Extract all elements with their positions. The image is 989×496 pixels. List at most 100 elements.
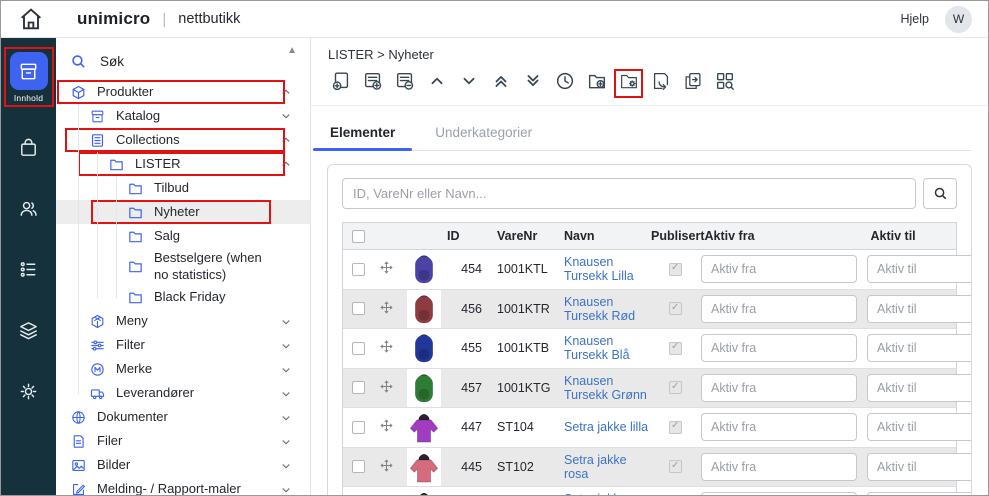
aktiv-fra-input[interactable] xyxy=(701,374,857,402)
aktiv-til-input[interactable] xyxy=(867,295,972,323)
rail-item-archive-box[interactable]: Innhold xyxy=(10,52,48,103)
tab-underkategorier[interactable]: Underkategorier xyxy=(433,119,534,150)
product-link[interactable]: Setra jakke lilla xyxy=(564,420,648,434)
row-checkbox[interactable] xyxy=(352,421,365,434)
aktiv-til-input[interactable] xyxy=(867,453,972,481)
help-link[interactable]: Hjelp xyxy=(901,12,930,26)
chevron-down-icon[interactable] xyxy=(280,110,292,122)
chevron-down-icon[interactable] xyxy=(280,316,292,328)
sidebar-item-merke[interactable]: Merke xyxy=(56,358,310,382)
sidebar-item-bilder[interactable]: Bilder xyxy=(56,454,310,478)
sidebar-collapse-icon[interactable]: ▲ xyxy=(287,46,297,56)
rail-item-users[interactable] xyxy=(17,197,40,225)
sidebar-item-katalog[interactable]: Katalog xyxy=(56,104,310,128)
table-search-input[interactable] xyxy=(342,178,916,209)
row-checkbox[interactable] xyxy=(352,263,365,276)
toolbar-schedule-clock-button[interactable] xyxy=(552,71,577,96)
sidebar-item-bestselgere-when-no-statistics[interactable]: Bestselgere (when no statistics) xyxy=(56,248,310,286)
aktiv-fra-input[interactable] xyxy=(701,492,857,496)
aktiv-fra-input[interactable] xyxy=(701,255,857,283)
product-link[interactable]: Setra jakke grønn xyxy=(564,492,627,496)
toolbar-folder-settings-button[interactable] xyxy=(616,71,641,96)
sidebar-item-label: Filer xyxy=(97,433,270,450)
aktiv-fra-input[interactable] xyxy=(701,413,857,441)
sidebar-item-filer[interactable]: Filer xyxy=(56,430,310,454)
toolbar-add-page-button[interactable] xyxy=(328,71,353,96)
row-checkbox[interactable] xyxy=(352,302,365,315)
toolbar-remove-list-card-button[interactable] xyxy=(392,71,417,96)
aktiv-fra-input[interactable] xyxy=(701,295,857,323)
chevron-down-icon[interactable] xyxy=(280,436,292,448)
rail-item-list-dots[interactable] xyxy=(17,258,40,286)
clipboard-list-icon xyxy=(89,132,106,149)
chevron-down-icon[interactable] xyxy=(280,484,292,495)
aktiv-til-input[interactable] xyxy=(867,255,972,283)
sidebar-search[interactable]: Søk xyxy=(56,44,310,80)
rail-item-shopping-bag[interactable] xyxy=(17,136,40,164)
chevron-up-icon[interactable] xyxy=(280,86,292,98)
cell-id: 457 xyxy=(447,381,485,395)
row-checkbox[interactable] xyxy=(352,460,365,473)
toolbar-move-down-button[interactable] xyxy=(456,71,481,96)
toolbar-copy-move-button[interactable] xyxy=(680,71,705,96)
sidebar-item-melding-rapport-maler[interactable]: Melding- / Rapport-maler xyxy=(56,478,310,495)
product-link[interactable]: Knausen Tursekk Grønn xyxy=(564,374,647,402)
aktiv-til-input[interactable] xyxy=(867,492,972,496)
rail-item-gear[interactable] xyxy=(17,380,40,408)
sidebar-item-lister[interactable]: LISTER xyxy=(56,152,310,176)
drag-handle[interactable] xyxy=(373,339,400,357)
drag-handle[interactable] xyxy=(373,379,400,397)
chevron-down-icon[interactable] xyxy=(280,364,292,376)
row-checkbox[interactable] xyxy=(352,342,365,355)
sidebar-item-leverand-rer[interactable]: Leverandører xyxy=(56,382,310,406)
elements-panel: ID VareNr Navn Publisert Aktiv fra Aktiv… xyxy=(327,164,972,496)
sidebar-item-produkter[interactable]: Produkter xyxy=(56,80,310,104)
toolbar-grid-search-button[interactable] xyxy=(712,71,737,96)
tab-elementer[interactable]: Elementer xyxy=(328,119,397,150)
app-window: unimicro | nettbutikk Hjelp W Innhold ▲ … xyxy=(0,0,989,496)
toolbar-add-list-card-button[interactable] xyxy=(360,71,385,96)
sidebar-item-dokumenter[interactable]: Dokumenter xyxy=(56,406,310,430)
chevron-up-icon[interactable] xyxy=(280,158,292,170)
toolbar-add-folder-button[interactable] xyxy=(584,71,609,96)
table-search-button[interactable] xyxy=(923,178,957,209)
toolbar-move-to-folder-button[interactable] xyxy=(648,71,673,96)
chevron-down-icon[interactable] xyxy=(280,340,292,352)
sidebar-item-filter[interactable]: Filter xyxy=(56,334,310,358)
chevron-down-icon[interactable] xyxy=(280,412,292,424)
product-link[interactable]: Knausen Tursekk Lilla xyxy=(564,255,634,283)
drag-handle[interactable] xyxy=(373,458,400,476)
drag-handle[interactable] xyxy=(373,300,400,318)
select-all-checkbox[interactable] xyxy=(352,230,365,243)
aktiv-fra-input[interactable] xyxy=(701,453,857,481)
product-link[interactable]: Setra jakke rosa xyxy=(564,453,627,481)
chevron-up-icon[interactable] xyxy=(280,134,292,146)
toolbar-move-to-top-button[interactable] xyxy=(488,71,513,96)
drag-handle[interactable] xyxy=(373,260,400,278)
sidebar-item-nyheter[interactable]: Nyheter xyxy=(56,200,310,224)
rail-item-layers[interactable] xyxy=(17,319,40,347)
toolbar-move-to-bottom-button[interactable] xyxy=(520,71,545,96)
chevron-down-icon[interactable] xyxy=(280,460,292,472)
sidebar-item-collections[interactable]: Collections xyxy=(56,128,310,152)
product-link[interactable]: Knausen Tursekk Blå xyxy=(564,334,630,362)
chevron-down-icon[interactable] xyxy=(280,388,292,400)
home-icon[interactable] xyxy=(17,5,45,33)
aktiv-til-input[interactable] xyxy=(867,374,972,402)
app-rail: Innhold xyxy=(1,38,56,495)
sidebar-item-tilbud[interactable]: Tilbud xyxy=(56,176,310,200)
sidebar-item-salg[interactable]: Salg xyxy=(56,224,310,248)
sidebar-item-black-friday[interactable]: Black Friday xyxy=(56,286,310,310)
folder-settings-icon xyxy=(618,70,640,97)
row-checkbox[interactable] xyxy=(352,381,365,394)
product-link[interactable]: Knausen Tursekk Rød xyxy=(564,295,635,323)
image-icon xyxy=(70,457,87,474)
toolbar-move-up-button[interactable] xyxy=(424,71,449,96)
sidebar-item-meny[interactable]: Meny xyxy=(56,310,310,334)
drag-handle[interactable] xyxy=(373,418,400,436)
aktiv-til-input[interactable] xyxy=(867,334,972,362)
aktiv-til-input[interactable] xyxy=(867,413,972,441)
user-avatar[interactable]: W xyxy=(945,6,972,33)
aktiv-fra-input[interactable] xyxy=(701,334,857,362)
cube-icon xyxy=(70,84,87,101)
